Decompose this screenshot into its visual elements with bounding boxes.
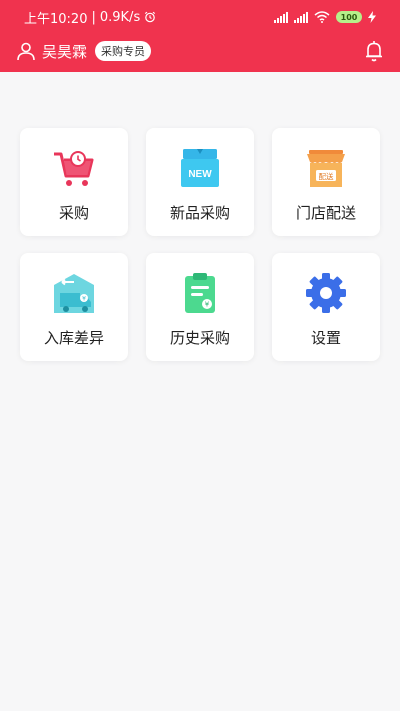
menu-item-store-delivery[interactable]: 配送 门店配送 [272, 128, 380, 236]
app-bar: 吴昊霖 采购专员 [0, 34, 400, 68]
menu-label-purchase: 采购 [58, 204, 89, 222]
menu-item-inbound-difference[interactable]: ¥ 入库差异 [20, 253, 128, 361]
charging-icon [368, 11, 376, 23]
role-badge: 采购专员 [95, 41, 152, 61]
menu-label-purchase-history: 历史采购 [169, 329, 230, 347]
signal-hd-icon [294, 11, 308, 23]
user-name: 吴昊霖 [42, 42, 88, 61]
shopping-cart-icon [54, 151, 94, 186]
new-box-icon: NEW [181, 149, 219, 187]
menu-item-new-product[interactable]: NEW 新品采购 [146, 128, 254, 236]
alarm-icon [145, 11, 156, 23]
wifi-icon [314, 11, 330, 23]
signal-icon [274, 11, 288, 23]
menu-item-settings[interactable]: 设置 [272, 253, 380, 361]
menu-grid: 采购 NEW 新品采购 配送 门店配送 ¥ 入库差异 ¥ 历史采购 设置 [20, 128, 380, 361]
menu-label-store-delivery: 门店配送 [295, 204, 356, 222]
store-delivery-text: 配送 [319, 171, 334, 181]
menu-item-purchase[interactable]: 采购 [20, 128, 128, 236]
user-icon[interactable] [16, 41, 36, 61]
menu-label-new-product: 新品采购 [169, 204, 230, 222]
warehouse-truck-icon: ¥ [54, 274, 94, 313]
status-separator: | [91, 9, 96, 25]
svg-text:¥: ¥ [205, 301, 210, 309]
svg-text:¥: ¥ [82, 295, 86, 302]
new-box-text: NEW [188, 169, 212, 180]
store-delivery-icon: 配送 [307, 150, 345, 187]
header: 上午10:20 | 0.9K/s 100 吴昊霖 采购专员 [0, 0, 400, 72]
menu-item-purchase-history[interactable]: ¥ 历史采购 [146, 253, 254, 361]
status-speed: 0.9K/s [99, 9, 141, 25]
bell-icon[interactable] [364, 40, 384, 62]
status-time: 上午10:20 [24, 11, 88, 27]
battery-icon: 100 [336, 11, 362, 23]
status-bar: 上午10:20 | 0.9K/s 100 [0, 0, 400, 34]
menu-label-inbound-difference: 入库差异 [43, 329, 104, 347]
clipboard-icon: ¥ [185, 273, 215, 313]
menu-label-settings: 设置 [310, 329, 341, 347]
gear-icon [306, 273, 346, 313]
battery-level: 100 [340, 12, 358, 22]
